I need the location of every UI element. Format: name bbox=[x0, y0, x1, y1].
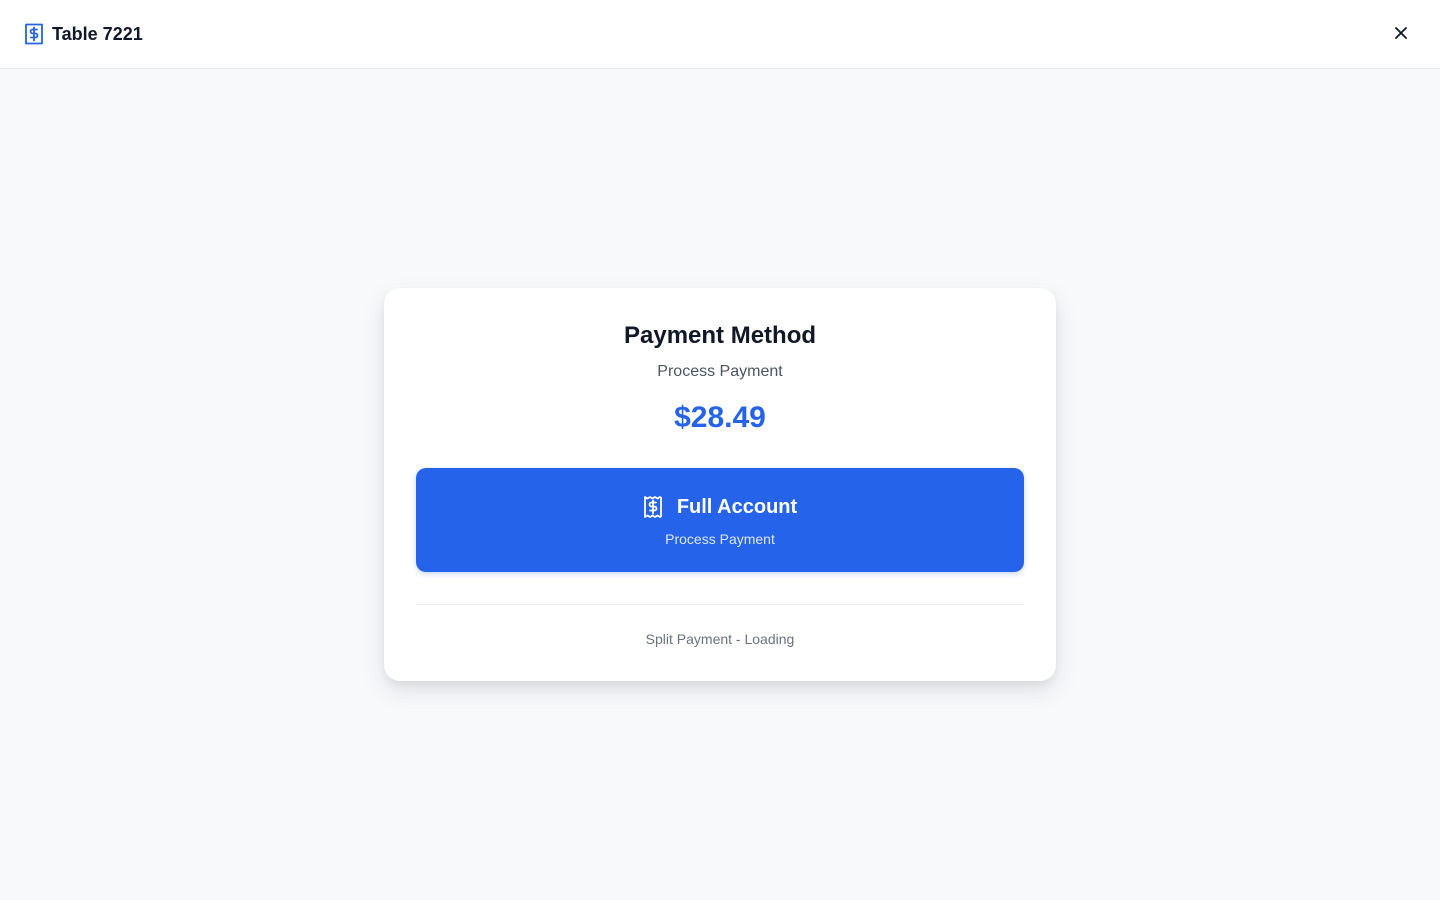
card-subtitle: Process Payment bbox=[657, 363, 783, 380]
close-button[interactable] bbox=[1388, 22, 1414, 48]
full-account-label: Full Account bbox=[676, 496, 798, 518]
split-payment-link[interactable]: Split Payment - Loading bbox=[384, 630, 1056, 648]
close-icon[interactable] bbox=[1395, 26, 1407, 44]
page-title: Table 7221 bbox=[52, 24, 143, 44]
divider bbox=[416, 604, 1024, 605]
amount-due: $28.49 bbox=[674, 401, 766, 434]
full-account-button[interactable]: Full Account Process Payment bbox=[416, 468, 1024, 572]
full-account-sublabel: Process Payment bbox=[665, 531, 775, 547]
header-title-group: Table 7221 bbox=[24, 22, 143, 46]
receipt-dollar-icon bbox=[24, 23, 44, 45]
full-account-button-row: Full Account bbox=[416, 494, 1024, 520]
payment-method-card: Payment Method Process Payment $28.49 Fu… bbox=[384, 288, 1056, 681]
top-bar: Table 7221 bbox=[0, 0, 1440, 69]
card-title: Payment Method bbox=[623, 322, 817, 349]
receipt-dollar-icon bbox=[643, 495, 663, 519]
